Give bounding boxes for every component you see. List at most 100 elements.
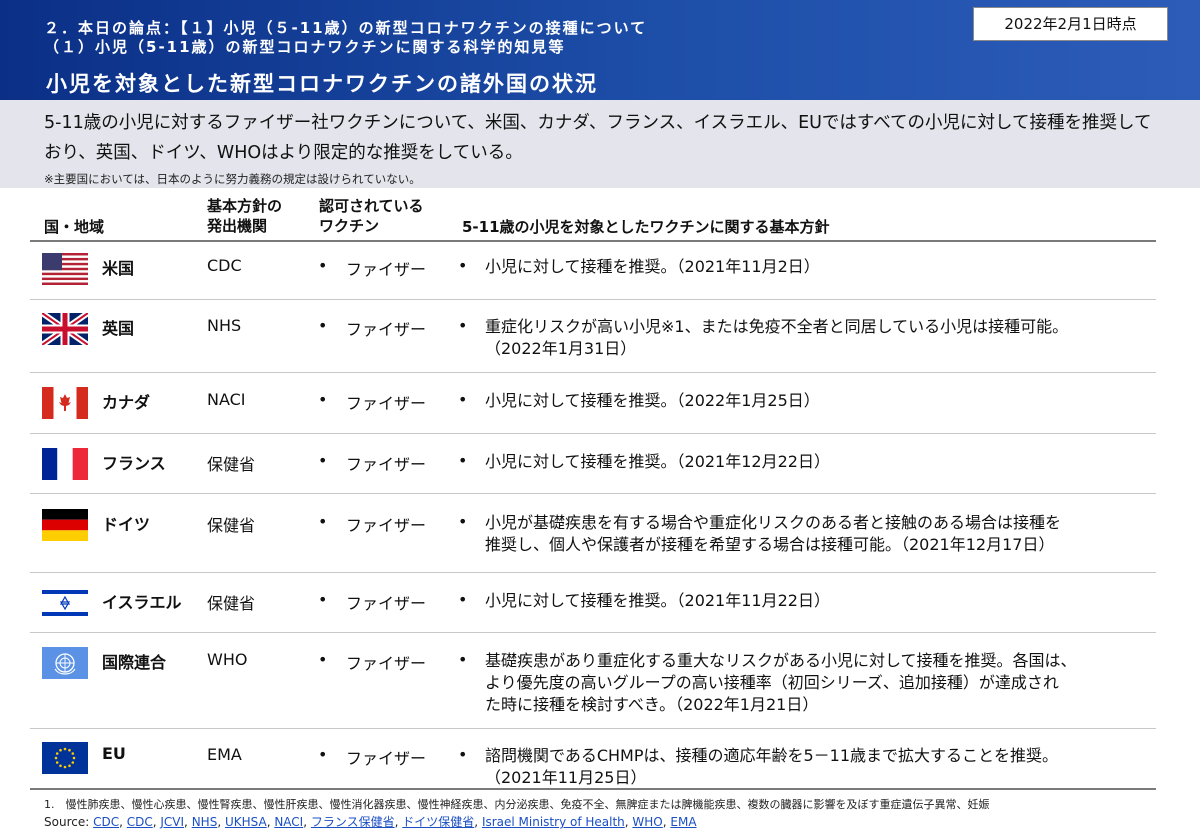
date-badge: 2022年2月1日時点 bbox=[973, 7, 1168, 41]
row-divider bbox=[30, 299, 1156, 300]
eu-flag-icon bbox=[42, 742, 88, 774]
policy-line: 重症化リスクが高い小児※1、または免疫不全者と同居している小児は接種可能。 bbox=[485, 317, 1069, 336]
agency-cell: 保健省 bbox=[207, 455, 256, 474]
source-link-cdc-2[interactable]: CDC bbox=[127, 815, 153, 829]
country-name: フランス bbox=[102, 454, 166, 473]
row-divider bbox=[30, 572, 1156, 573]
source-link-germany-moh[interactable]: ドイツ保健省 bbox=[402, 815, 474, 829]
policy-line: 基礎疾患があり重症化する重大なリスクがある小児に対して接種を推奨。各国は、 bbox=[485, 651, 1077, 670]
bullet: • bbox=[318, 512, 328, 531]
header-vaccine-line2: ワクチン bbox=[319, 217, 380, 235]
source-link-nhs[interactable]: NHS bbox=[192, 815, 218, 829]
policy-line: 小児に対して接種を推奨。（2021年11月2日） bbox=[485, 257, 820, 276]
country-name: 国際連合 bbox=[102, 653, 167, 672]
country-name: カナダ bbox=[102, 393, 151, 412]
us-flag-icon bbox=[42, 253, 88, 285]
header-divider bbox=[30, 240, 1156, 242]
policy-line: 諮問機関であるCHMPは、接種の適応年齢を5－11歳まで拡大することを推奨。 bbox=[485, 746, 1059, 765]
france-flag-icon bbox=[42, 448, 88, 480]
bullet: • bbox=[318, 590, 328, 609]
row-divider bbox=[30, 728, 1156, 729]
country-name: イスラエル bbox=[102, 593, 182, 612]
policy-line: 小児に対して接種を推奨。（2022年1月25日） bbox=[485, 391, 820, 410]
agency-cell: 保健省 bbox=[207, 516, 256, 535]
agency-cell: NHS bbox=[207, 316, 242, 335]
header-vaccine: 認可されている ワクチン bbox=[319, 196, 424, 236]
source-link-israel-moh[interactable]: Israel Ministry of Health bbox=[482, 815, 625, 829]
policy-line: より優先度の高いグループの高い接種率（初回シリーズ、追加接種）が達成され bbox=[485, 673, 1059, 692]
source-link-jcvi[interactable]: JCVI bbox=[160, 815, 184, 829]
canada-flag-icon bbox=[42, 387, 88, 419]
policy-line: た時に接種を検討すべき。（2022年1月21日） bbox=[485, 695, 819, 714]
country-name: ドイツ bbox=[102, 515, 151, 534]
policy-cell: 小児に対して接種を推奨。（2021年12月22日） bbox=[485, 451, 1155, 473]
uk-flag-icon bbox=[42, 313, 88, 345]
vaccine-cell: ファイザー bbox=[346, 260, 427, 279]
bullet: • bbox=[318, 650, 328, 669]
row-divider bbox=[30, 632, 1156, 633]
bullet: • bbox=[318, 256, 328, 275]
header-country: 国・地域 bbox=[44, 218, 105, 236]
bullet: • bbox=[318, 745, 328, 764]
row-divider bbox=[30, 372, 1156, 373]
header-agency-line2: 発出機関 bbox=[207, 217, 268, 235]
vaccine-cell: ファイザー bbox=[346, 749, 427, 768]
vaccine-cell: ファイザー bbox=[346, 455, 427, 474]
bullet: • bbox=[458, 451, 468, 470]
source-link-ema[interactable]: EMA bbox=[670, 815, 696, 829]
policy-line: 小児に対して接種を推奨。（2021年12月22日） bbox=[485, 452, 830, 471]
vaccine-cell: ファイザー bbox=[346, 654, 427, 673]
header-policy: 5-11歳の小児を対象としたワクチンに関する基本方針 bbox=[462, 218, 830, 236]
policy-line: （2021年11月25日） bbox=[485, 768, 647, 787]
source-link-cdc[interactable]: CDC bbox=[93, 815, 119, 829]
policy-cell: 小児が基礎疾患を有する場合や重症化リスクのある者と接触のある場合は接種を 推奨し… bbox=[485, 512, 1155, 556]
row-divider bbox=[30, 433, 1156, 434]
bullet: • bbox=[458, 650, 468, 669]
policy-cell: 重症化リスクが高い小児※1、または免疫不全者と同居している小児は接種可能。 （2… bbox=[485, 316, 1155, 360]
country-name: EU bbox=[102, 744, 126, 763]
bullet: • bbox=[458, 590, 468, 609]
source-label: Source: bbox=[44, 815, 90, 829]
vaccine-cell: ファイザー bbox=[346, 394, 427, 413]
header-agency-line1: 基本方針の bbox=[207, 197, 283, 215]
bullet: • bbox=[458, 512, 468, 531]
bullet: • bbox=[318, 451, 328, 470]
policy-cell: 諮問機関であるCHMPは、接種の適応年齢を5－11歳まで拡大することを推奨。 （… bbox=[485, 745, 1155, 789]
policy-line: 小児に対して接種を推奨。（2021年11月22日） bbox=[485, 591, 830, 610]
footnote: 1. 慢性肺疾患、慢性心疾患、慢性腎疾患、慢性肝疾患、慢性消化器疾患、慢性神経疾… bbox=[44, 798, 990, 811]
policy-line: （2022年1月31日） bbox=[485, 339, 637, 358]
agency-cell: 保健省 bbox=[207, 594, 256, 613]
table-bottom-divider bbox=[30, 788, 1156, 790]
policy-cell: 小児に対して接種を推奨。（2021年11月2日） bbox=[485, 256, 1155, 278]
policy-line: 推奨し、個人や保護者が接種を希望する場合は接種可能。（2021年12月17日） bbox=[485, 535, 1055, 554]
source-link-france-moh[interactable]: フランス保健省 bbox=[311, 815, 395, 829]
section-subtitle-2: （１）小児（5-11歳）の新型コロナワクチンに関する科学的知見等 bbox=[44, 38, 566, 56]
policy-cell: 小児に対して接種を推奨。（2021年11月22日） bbox=[485, 590, 1155, 612]
source-link-naci[interactable]: NACI bbox=[274, 815, 303, 829]
agency-cell: CDC bbox=[207, 256, 242, 275]
page-title: 小児を対象とした新型コロナワクチンの諸外国の状況 bbox=[46, 72, 598, 96]
policy-cell: 小児に対して接種を推奨。（2022年1月25日） bbox=[485, 390, 1155, 412]
source-link-who[interactable]: WHO bbox=[632, 815, 662, 829]
summary-note: ※主要国においては、日本のように努力義務の規定は設けられていない。 bbox=[44, 172, 421, 186]
header-agency: 基本方針の 発出機関 bbox=[207, 196, 282, 236]
bullet: • bbox=[318, 390, 328, 409]
israel-flag-icon bbox=[42, 587, 88, 619]
policy-cell: 基礎疾患があり重症化する重大なリスクがある小児に対して接種を推奨。各国は、 より… bbox=[485, 650, 1155, 716]
source-link-ukhsa[interactable]: UKHSA bbox=[225, 815, 267, 829]
bullet: • bbox=[458, 745, 468, 764]
vaccine-cell: ファイザー bbox=[346, 516, 427, 535]
section-subtitle: ２．本日の論点：【１】小児（５-11歳）の新型コロナワクチンの接種について bbox=[44, 19, 648, 37]
bullet: • bbox=[458, 316, 468, 335]
bullet: • bbox=[458, 390, 468, 409]
summary-panel: 5-11歳の小児に対するファイザー社ワクチンについて、米国、カナダ、フランス、イ… bbox=[0, 100, 1200, 188]
agency-cell: EMA bbox=[207, 745, 242, 764]
header-vaccine-line1: 認可されている bbox=[319, 197, 424, 215]
un-flag-icon bbox=[42, 647, 88, 679]
germany-flag-icon bbox=[42, 509, 88, 541]
policy-line: 小児が基礎疾患を有する場合や重症化リスクのある者と接触のある場合は接種を bbox=[485, 513, 1062, 532]
row-divider bbox=[30, 493, 1156, 494]
country-name: 英国 bbox=[102, 319, 135, 338]
country-name: 米国 bbox=[102, 259, 135, 278]
vaccine-cell: ファイザー bbox=[346, 594, 427, 613]
